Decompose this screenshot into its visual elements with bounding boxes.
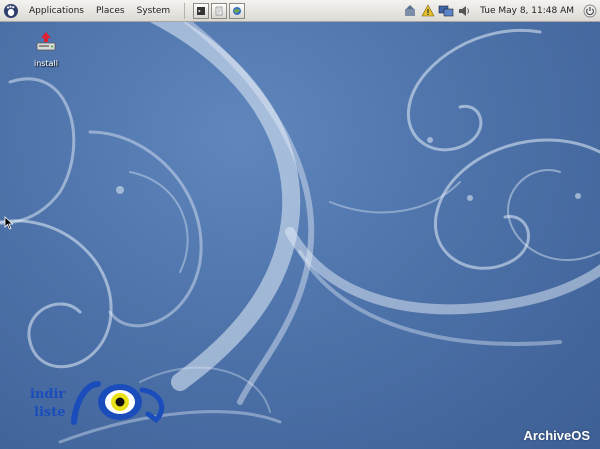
watermark-logo-text-bottom: liste bbox=[34, 405, 65, 420]
menu-places[interactable]: Places bbox=[90, 0, 131, 22]
menu-applications[interactable]: Applications bbox=[23, 0, 90, 22]
panel-tray: Tue May 8, 11:48 AM bbox=[400, 0, 598, 22]
install-drive-icon bbox=[36, 32, 56, 51]
watermark-logo-text-top: indir bbox=[30, 387, 65, 402]
power-icon[interactable] bbox=[582, 3, 598, 19]
text-editor-launcher-icon[interactable] bbox=[211, 3, 228, 19]
update-icon[interactable] bbox=[402, 3, 418, 19]
desktop-icon-install[interactable]: install bbox=[28, 30, 64, 68]
terminal-launcher-icon[interactable] bbox=[193, 3, 210, 19]
desktop-icon-label: install bbox=[34, 59, 58, 68]
top-panel: Applications Places System Tue May 8, 11… bbox=[0, 0, 600, 22]
mouse-cursor-icon bbox=[4, 216, 14, 230]
watermark-logo: indir liste bbox=[28, 378, 173, 430]
warning-icon[interactable] bbox=[420, 3, 436, 19]
menu-system[interactable]: System bbox=[131, 0, 177, 22]
volume-icon[interactable] bbox=[456, 3, 472, 19]
network-icon[interactable] bbox=[438, 3, 454, 19]
gnome-foot-icon[interactable] bbox=[2, 2, 20, 20]
panel-menus: Applications Places System bbox=[2, 0, 246, 22]
panel-separator bbox=[184, 3, 186, 19]
archiveos-watermark: ArchiveOS bbox=[523, 428, 590, 443]
panel-clock[interactable]: Tue May 8, 11:48 AM bbox=[480, 6, 574, 16]
browser-launcher-icon[interactable] bbox=[229, 3, 246, 19]
